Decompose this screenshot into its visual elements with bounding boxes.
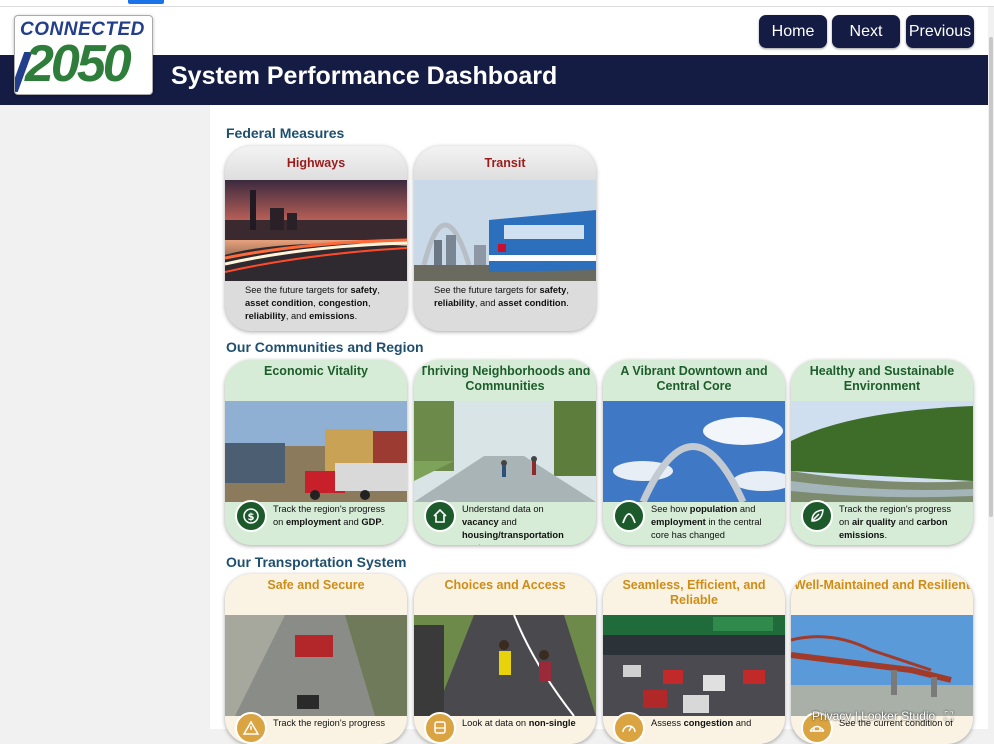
logo-text-2050: 2050 [25,35,132,93]
card-description: Track the region's progress on employmen… [273,504,386,527]
safe-secure-photo [225,615,407,716]
card-highways[interactable]: Highways See the future targets for safe… [225,146,407,331]
card-description: See how population and employment in the… [651,504,762,540]
vibrant-downtown-photo [603,401,785,502]
card-description: See the future targets for safety, asset… [245,285,380,321]
section-federal-measures: Federal Measures [226,125,345,141]
svg-text:$: $ [248,512,255,523]
card-description: Track the region's progress [273,718,386,728]
card-vibrant-downtown[interactable]: A Vibrant Downtown and Central Core See … [603,360,785,545]
next-button[interactable]: Next [832,15,900,48]
warning-icon [235,712,267,744]
section-communities-region: Our Communities and Region [226,339,424,355]
card-thriving-neighborhoods[interactable]: Thriving Neighborhoods and Communities U… [414,360,596,545]
well-maintained-photo [791,615,973,716]
card-description: See the future targets for safety, relia… [434,285,569,308]
choices-access-photo [414,615,596,716]
speedometer-icon [613,712,645,744]
connected-2050-logo[interactable]: CONNECTED 2050 [14,15,153,95]
card-title: Choices and Access [414,574,596,615]
dollar-cycle-icon: $ [235,500,267,532]
card-description: Understand data on vacancy and housing/t… [462,504,564,545]
card-title: Healthy and Sustainable Environment [791,360,973,401]
arch-icon [613,500,645,532]
footer-separator: | [854,709,858,723]
home-button[interactable]: Home [759,15,827,48]
card-title: Economic Vitality [225,360,407,401]
card-safe-secure[interactable]: Safe and Secure Track the region's progr… [225,574,407,744]
browser-top-strip [0,0,994,7]
page-scrollbar[interactable] [988,7,994,729]
thriving-neighborhoods-photo [414,401,596,502]
healthy-environment-photo [791,401,973,502]
card-economic-vitality[interactable]: Economic Vitality $ Track the region's p… [225,360,407,545]
fullscreen-icon[interactable]: ⛶ [945,709,953,723]
page-title: System Performance Dashboard [171,62,558,90]
active-tab-indicator [128,0,164,4]
highways-photo [225,180,407,281]
card-title: Well-Maintained and Resilient [791,574,973,615]
card-seamless-efficient[interactable]: Seamless, Efficient, and Reliable Assess… [603,574,785,744]
card-title: Seamless, Efficient, and Reliable [603,574,785,615]
card-description: Assess congestion and [651,718,752,728]
looker-footer: Privacy | Looker Studio ⛶ [812,709,953,724]
card-transit[interactable]: Transit See the future targets for safet… [414,146,596,331]
card-title: Transit [414,146,596,180]
card-title: A Vibrant Downtown and Central Core [603,360,785,401]
card-choices-access[interactable]: Choices and Access Look at data on non-s… [414,574,596,744]
economic-vitality-photo [225,401,407,502]
bus-icon [424,712,456,744]
card-title: Thriving Neighborhoods and Communities [414,360,596,401]
card-title: Safe and Secure [225,574,407,615]
leaf-icon [801,500,833,532]
seamless-efficient-photo [603,615,785,716]
privacy-link[interactable]: Privacy [812,709,851,723]
card-healthy-environment[interactable]: Healthy and Sustainable Environment Trac… [791,360,973,545]
scrollbar-thumb[interactable] [989,37,993,517]
card-description: Track the region's progress on air quali… [839,504,952,540]
house-icon [424,500,456,532]
looker-studio-link[interactable]: Looker Studio [861,709,935,723]
card-title: Highways [225,146,407,180]
transit-photo [414,180,596,281]
section-transportation-system: Our Transportation System [226,554,407,570]
previous-button[interactable]: Previous [906,15,974,48]
card-description: Look at data on non-single [462,718,576,728]
